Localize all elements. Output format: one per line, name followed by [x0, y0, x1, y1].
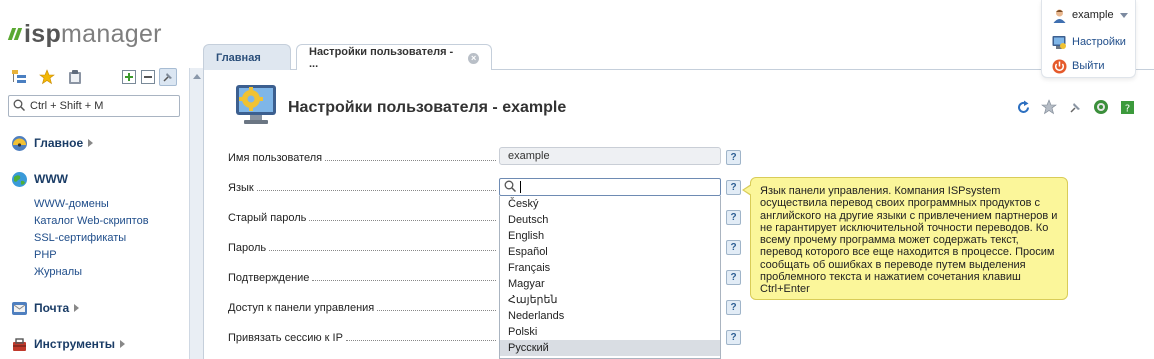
language-search-input[interactable]: [499, 178, 721, 196]
nav-item-www-domains[interactable]: WWW-домены: [34, 196, 188, 213]
nav-group-www[interactable]: WWW: [10, 166, 188, 192]
language-option[interactable]: Magyar: [500, 276, 720, 292]
username-field: example: [499, 147, 721, 165]
field-label: Пароль: [228, 242, 267, 254]
user-menu-toggle[interactable]: example: [1051, 7, 1128, 23]
expand-arrow-icon: [88, 139, 94, 147]
language-option[interactable]: English: [500, 228, 720, 244]
logout-link[interactable]: Выйти: [1051, 58, 1105, 74]
main-panel: Настройки пользователя - example ? Имя п…: [203, 70, 1154, 359]
sidebar-splitter[interactable]: [189, 68, 203, 359]
expand-arrow-icon: [120, 340, 126, 348]
search-input[interactable]: [30, 100, 170, 112]
help-icon[interactable]: ?: [726, 210, 741, 225]
chevron-down-icon: [1119, 12, 1128, 18]
tab-user-settings[interactable]: Настройки пользователя - ... ×: [296, 44, 492, 71]
tab-home[interactable]: Главная: [203, 44, 291, 70]
nav-sub-www: WWW-домены Каталог Web-скриптов SSL-серт…: [10, 196, 188, 281]
tools-icon: [10, 335, 28, 353]
scroll-up-arrow-icon[interactable]: [193, 74, 201, 79]
svg-text:?: ?: [1124, 103, 1129, 114]
help-tooltip: Язык панели управления. Компания ISPsyst…: [742, 177, 1068, 300]
nav-item-web-scripts[interactable]: Каталог Web-скриптов: [34, 213, 188, 230]
panel-right-edge: [1141, 70, 1154, 359]
page-toolbar: ?: [1014, 98, 1136, 116]
star-icon[interactable]: [1040, 98, 1058, 116]
help-book-icon[interactable]: ?: [1118, 98, 1136, 116]
language-option[interactable]: Polski: [500, 324, 720, 340]
language-option-highlighted[interactable]: Русский: [500, 340, 720, 356]
nav-group-tools[interactable]: Инструменты: [10, 331, 188, 357]
field-label: Имя пользователя: [228, 152, 323, 164]
nav-item-ssl[interactable]: SSL-сертификаты: [34, 230, 188, 247]
language-option[interactable]: Český: [500, 196, 720, 212]
sidebar-nav: Главное WWW WWW-домены Каталог Web-скрип…: [10, 130, 188, 357]
tree-view-icon[interactable]: [10, 68, 28, 86]
pin-sidebar-icon[interactable]: [159, 68, 177, 86]
field-label: Язык: [228, 182, 254, 194]
help-icon[interactable]: ?: [726, 270, 741, 285]
help-icon[interactable]: ?: [726, 180, 741, 195]
field-label: Старый пароль: [228, 212, 307, 224]
clipboard-icon[interactable]: [66, 68, 84, 86]
language-option[interactable]: Français: [500, 260, 720, 276]
mail-icon: [10, 299, 28, 317]
app-logo: ispmanager: [7, 18, 162, 50]
user-menu: example Настройки Выйти: [1041, 0, 1136, 78]
globe-icon[interactable]: [1092, 98, 1110, 116]
help-icon[interactable]: ?: [726, 330, 741, 345]
close-tab-icon[interactable]: ×: [468, 52, 479, 64]
logo-text: ispmanager: [24, 19, 162, 48]
user-settings-link[interactable]: Настройки: [1051, 34, 1126, 50]
help-icon[interactable]: ?: [726, 240, 741, 255]
nav-item-logs[interactable]: Журналы: [34, 264, 188, 281]
search-icon: [504, 180, 517, 195]
pin-icon[interactable]: [1066, 98, 1084, 116]
settings-icon: [1051, 34, 1067, 50]
favorites-star-icon[interactable]: [38, 68, 56, 86]
collapse-all-icon[interactable]: [139, 68, 157, 86]
sidebar-toolbar: [10, 68, 182, 88]
refresh-icon[interactable]: [1014, 98, 1032, 116]
monitor-settings-icon: [234, 82, 280, 128]
language-option[interactable]: Հայերեն: [500, 292, 720, 308]
page-title: Настройки пользователя - example: [288, 99, 567, 116]
search-icon: [13, 99, 26, 114]
nav-group-mail[interactable]: Почта: [10, 295, 188, 321]
language-option[interactable]: Deutsch: [500, 212, 720, 228]
globe-icon: [10, 170, 28, 188]
help-icon[interactable]: ?: [726, 150, 741, 165]
tab-bar: Главная Настройки пользователя - ... ×: [203, 44, 1154, 71]
logo-mark-icon: [7, 28, 23, 40]
user-avatar-icon: [1051, 7, 1067, 23]
language-option[interactable]: Nederlands: [500, 308, 720, 324]
expand-arrow-icon: [74, 304, 80, 312]
dashboard-icon: [10, 134, 28, 152]
language-dropdown: Český Deutsch English Español Français M…: [499, 196, 721, 359]
menu-search[interactable]: [8, 95, 180, 117]
field-label: Подтверждение: [228, 272, 310, 284]
field-label: Доступ к панели управления: [228, 302, 375, 314]
field-label: Привязать сессию к IP: [228, 332, 343, 344]
language-option[interactable]: Español: [500, 244, 720, 260]
power-icon: [1051, 58, 1067, 74]
help-icon[interactable]: ?: [726, 300, 741, 315]
expand-all-icon[interactable]: [120, 68, 138, 86]
text-caret: [520, 181, 521, 193]
nav-item-php[interactable]: PHP: [34, 247, 188, 264]
nav-group-main[interactable]: Главное: [10, 130, 188, 156]
